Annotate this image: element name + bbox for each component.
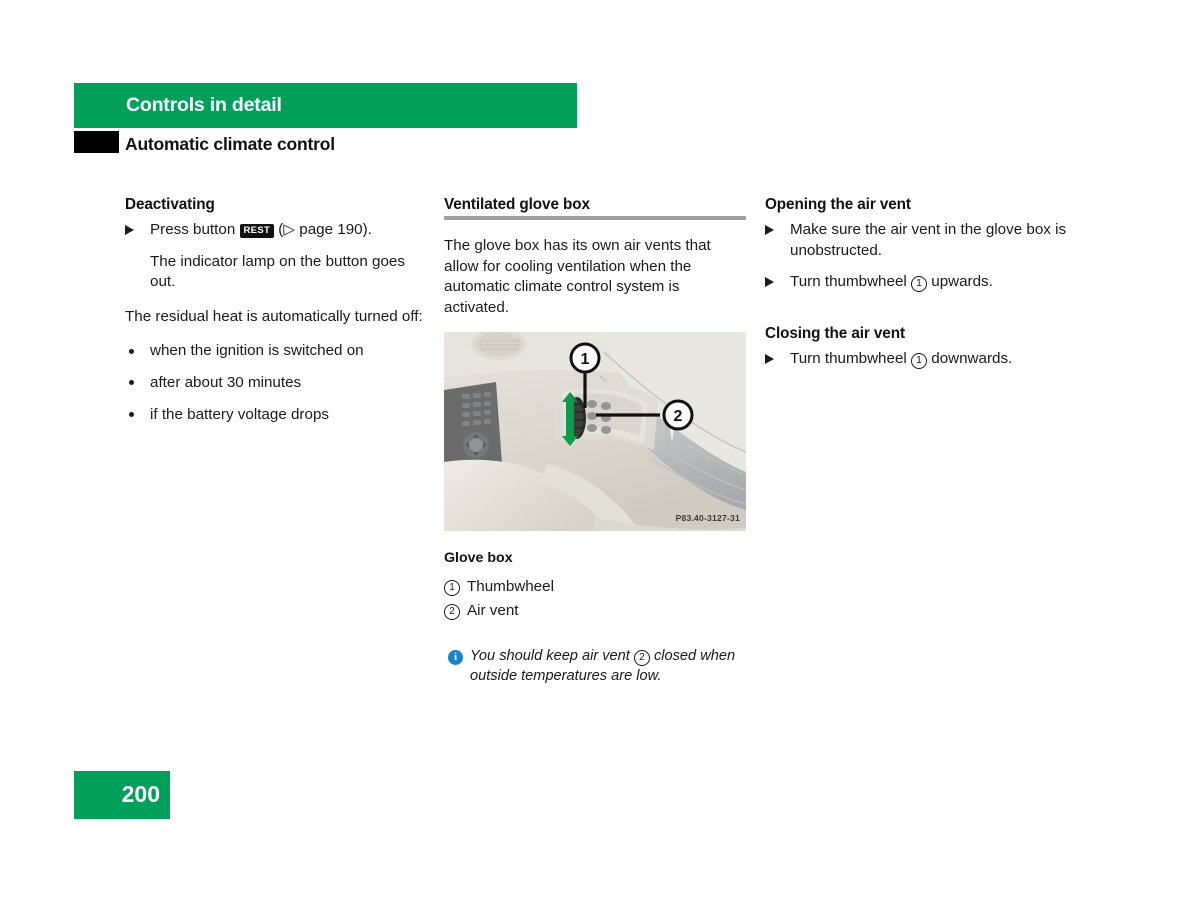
action-text-after: upwards. <box>931 273 993 291</box>
page-number-box: 200 <box>74 771 170 819</box>
list-item-label: after about 30 minutes <box>150 373 302 391</box>
list-item: when the ignition is switched on <box>125 341 425 362</box>
action-triangle-icon <box>765 353 774 364</box>
left-column: Deactivating Press button REST (▷ page 1… <box>125 195 425 436</box>
legend-item-air-vent: 2 Air vent <box>444 601 746 622</box>
action-triangle-icon <box>765 277 774 288</box>
list-item-label: if the battery voltage drops <box>150 405 329 423</box>
action-turn-thumbwheel-downwards: Turn thumbwheel 1 downwards. <box>765 349 1070 370</box>
svg-text:2: 2 <box>674 408 683 425</box>
action-text-before: Turn thumbwheel <box>790 349 907 367</box>
circled-number-1-icon: 1 <box>444 579 460 596</box>
section-title: Automatic climate control <box>125 134 335 154</box>
svg-text:1: 1 <box>581 351 590 368</box>
heading-rule-divider <box>444 216 746 220</box>
photo-reference-code: P83.40-3127-31 <box>675 512 740 523</box>
action-page-reference: (▷ page 190). <box>278 221 372 238</box>
circled-number-2-icon: 2 <box>633 650 650 667</box>
list-item: after about 30 minutes <box>125 373 425 394</box>
action-text-before: Press button <box>150 221 236 238</box>
chapter-title: Controls in detail <box>126 94 282 116</box>
page-number: 200 <box>121 781 160 807</box>
action-label: Make sure the air vent in the glove box … <box>790 221 1067 259</box>
legend-item-label: Thumbwheel <box>467 577 554 595</box>
legend-item-thumbwheel: 1 Thumbwheel <box>444 577 746 598</box>
action-text-after: downwards. <box>931 349 1013 367</box>
rest-button-key-icon: REST <box>239 223 275 238</box>
action-text-before: Turn thumbwheel <box>790 273 907 291</box>
action-triangle-icon <box>125 225 134 235</box>
bullet-dot-icon <box>129 412 134 418</box>
glove-box-photo: 1 2 P83.40-3127-31 <box>444 332 746 532</box>
action-check-air-vent-unobstructed: Make sure the air vent in the glove box … <box>765 220 1070 261</box>
bullet-dot-icon <box>129 348 134 354</box>
glove-box-paragraph: The glove box has its own air vents that… <box>444 237 711 316</box>
middle-column: Ventilated glove box The glove box has i… <box>444 195 746 686</box>
circled-number-1-icon: 1 <box>911 276 928 293</box>
heading-closing-the-air-vent: Closing the air vent <box>765 324 905 342</box>
legend-item-label: Air vent <box>467 601 519 619</box>
bullet-dot-icon <box>129 380 134 386</box>
indicator-lamp-note: The indicator lamp on the button goes ou… <box>150 252 405 291</box>
residual-heat-paragraph: The residual heat is automatically turne… <box>125 307 423 325</box>
section-marker-tab <box>74 131 119 153</box>
action-triangle-icon <box>765 225 774 235</box>
info-icon: i <box>448 650 463 666</box>
action-turn-thumbwheel-upwards: Turn thumbwheel 1 upwards. <box>765 272 1070 293</box>
right-column: Opening the air vent Make sure the air v… <box>765 195 1070 380</box>
note-text-before: You should keep air vent <box>470 648 630 665</box>
heading-ventilated-glove-box: Ventilated glove box <box>444 196 590 213</box>
chapter-header-bar: Controls in detail <box>74 83 577 128</box>
circled-number-1-icon: 1 <box>911 352 928 369</box>
heading-opening-the-air-vent: Opening the air vent <box>765 196 911 213</box>
photo-caption-title: Glove box <box>444 550 513 567</box>
list-item: if the battery voltage drops <box>125 405 425 426</box>
action-press-rest-button: Press button REST (▷ page 190). <box>125 220 425 241</box>
list-item-label: when the ignition is switched on <box>150 342 364 360</box>
circled-number-2-icon: 2 <box>444 603 460 620</box>
info-note: i You should keep air vent 2 closed when… <box>444 647 746 686</box>
heading-deactivating: Deactivating <box>125 196 215 213</box>
